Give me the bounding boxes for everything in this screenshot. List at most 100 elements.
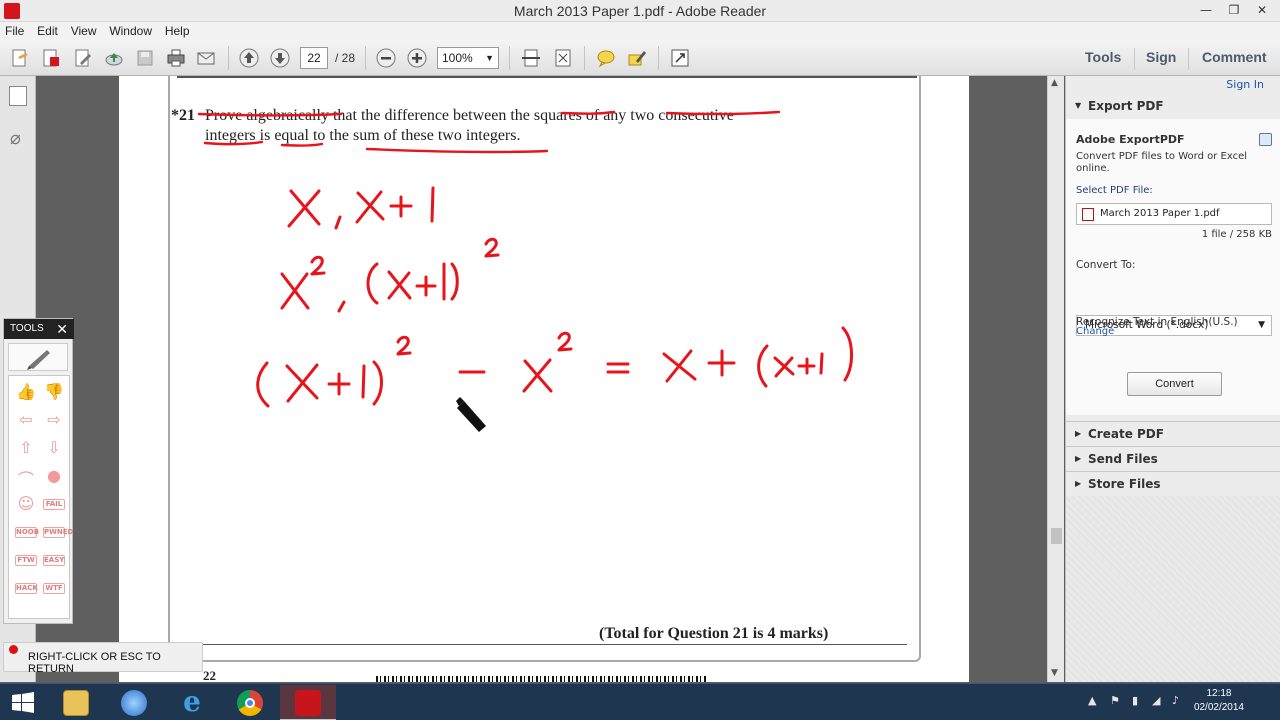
edit-icon[interactable] <box>72 47 94 69</box>
zoom-level-select[interactable]: 100% ▼ <box>437 47 499 69</box>
action-center-flag-icon[interactable]: ⚑ <box>1110 694 1120 707</box>
stamp-hack[interactable]: HACK <box>15 583 38 594</box>
minimize-button[interactable]: — <box>1192 0 1220 20</box>
record-indicator-icon <box>9 645 18 654</box>
tab-comment[interactable]: Comment <box>1202 49 1267 65</box>
next-page-icon[interactable] <box>269 47 291 69</box>
vertical-scrollbar[interactable]: ▲ ▼ <box>1047 76 1064 682</box>
attachments-icon[interactable]: ⌀ <box>10 128 21 149</box>
arrow-right-icon[interactable]: ⇨ <box>43 410 65 429</box>
save-icon[interactable] <box>134 47 156 69</box>
stamp-ftw[interactable]: FTW <box>15 555 37 566</box>
menu-file[interactable]: File <box>0 22 28 40</box>
system-tray: ▲ ⚑ ▮ ◢ ♪ 12:18 02/02/2014 <box>1080 684 1280 720</box>
internet-explorer-taskbar-button[interactable]: e <box>164 685 220 720</box>
expanded-triangle-icon: ▼ <box>1075 101 1082 110</box>
pane-empty-area <box>1066 496 1280 682</box>
menu-window[interactable]: Window <box>104 22 156 40</box>
print-icon[interactable] <box>165 47 187 69</box>
restore-button[interactable]: ❐ <box>1220 0 1248 20</box>
arrow-down-icon[interactable]: ⇩ <box>43 438 65 457</box>
arrow-up-icon[interactable]: ⇧ <box>15 438 37 457</box>
file-explorer-taskbar-button[interactable] <box>48 685 104 720</box>
sign-in-link[interactable]: Sign In <box>1226 78 1264 91</box>
store-files-header[interactable]: ▶ Store Files <box>1066 471 1280 496</box>
bomb-icon[interactable]: ● <box>43 466 65 485</box>
tab-tools[interactable]: Tools <box>1085 49 1121 65</box>
chrome-taskbar-button[interactable] <box>222 685 278 720</box>
underline-squares <box>560 110 616 115</box>
email-icon[interactable] <box>195 47 217 69</box>
smiley-icon[interactable]: ☺ <box>15 494 37 513</box>
stamp-pwned[interactable]: PWNED <box>43 527 73 538</box>
thumbs-down-icon[interactable]: 👎 <box>43 382 65 401</box>
clock[interactable]: 12:18 02/02/2014 <box>1194 687 1244 715</box>
scroll-up-arrow-icon[interactable]: ▲ <box>1051 78 1058 88</box>
menu-view[interactable]: View <box>66 22 101 40</box>
selected-file-name: March 2013 Paper 1.pdf <box>1100 208 1220 219</box>
folder-icon <box>63 690 89 716</box>
show-hidden-icons-icon[interactable]: ▲ <box>1088 694 1096 707</box>
battery-icon[interactable]: ▮ <box>1132 694 1138 707</box>
upload-cloud-icon[interactable] <box>103 47 125 69</box>
stamp-easy[interactable]: EASY <box>43 555 65 566</box>
network-icon[interactable]: ◢ <box>1152 694 1160 707</box>
select-file-label: Select PDF File: <box>1076 185 1153 196</box>
scrollbar-thumb[interactable] <box>1051 528 1062 544</box>
fit-width-icon[interactable] <box>520 47 542 69</box>
export-pdf-header[interactable]: ▼ Export PDF <box>1066 94 1280 119</box>
previous-page-icon[interactable] <box>238 47 260 69</box>
close-icon[interactable]: ✕ <box>56 319 68 339</box>
change-language-link[interactable]: Change <box>1076 326 1114 338</box>
menu-help[interactable]: Help <box>160 22 194 40</box>
annotation-tools-palette: TOOLS ✕ 👍 👎 ⇦ ⇨ ⇧ ⇩ ⌒ ● ☺ FAIL NOOB PWNED… <box>3 318 74 624</box>
stamp-wtf[interactable]: WTF <box>43 583 65 594</box>
arrow-left-icon[interactable]: ⇦ <box>15 410 37 429</box>
create-pdf-icon[interactable] <box>9 47 31 69</box>
stamp-grid: 👍 👎 ⇦ ⇨ ⇧ ⇩ ⌒ ● ☺ FAIL NOOB PWNED FTW EA… <box>8 375 73 619</box>
zoom-in-icon[interactable] <box>406 47 428 69</box>
exportpdf-description-2: online. <box>1076 163 1110 174</box>
handwritten-math <box>256 186 853 408</box>
chevron-down-icon: ▼ <box>1258 320 1265 330</box>
convert-button[interactable]: Convert <box>1127 372 1222 396</box>
stamp-noob[interactable]: NOOB <box>15 527 39 538</box>
fit-page-icon[interactable] <box>552 47 574 69</box>
create-pdf-header[interactable]: ▶ Create PDF <box>1066 421 1280 446</box>
close-window-button[interactable]: ✕ <box>1248 0 1276 20</box>
tools-palette-title: TOOLS <box>10 323 44 334</box>
internet-explorer-icon: e <box>183 685 201 718</box>
document-viewer[interactable]: *21 Prove algebraically that the differe… <box>36 76 1047 682</box>
adobe-reader-taskbar-button[interactable] <box>280 685 336 720</box>
underline-algebraically <box>197 112 343 117</box>
comment-bubble-icon[interactable] <box>595 47 617 69</box>
collapsed-triangle-icon: ▶ <box>1075 429 1082 438</box>
selected-file-field[interactable]: March 2013 Paper 1.pdf <box>1076 203 1272 225</box>
zoom-out-icon[interactable] <box>375 47 397 69</box>
pen-tool-button[interactable] <box>8 343 68 371</box>
open-file-icon[interactable] <box>40 47 62 69</box>
tab-separator <box>1134 48 1135 70</box>
highlight-pen-icon[interactable] <box>626 47 648 69</box>
exportpdf-title: Adobe ExportPDF <box>1076 133 1185 146</box>
clock-date: 02/02/2014 <box>1193 702 1244 713</box>
stamp-fail[interactable]: FAIL <box>43 499 65 510</box>
thumbs-up-icon[interactable]: 👍 <box>15 382 37 401</box>
chevron-down-icon: ▼ <box>485 53 494 63</box>
page-number-input[interactable]: 22 <box>300 47 328 69</box>
collapsed-triangle-icon: ▶ <box>1075 479 1082 488</box>
rainbow-icon[interactable]: ⌒ <box>15 466 37 490</box>
menu-bar: File Edit View Window Help <box>0 22 1280 40</box>
menu-edit[interactable]: Edit <box>32 22 62 40</box>
page-thumbnails-icon[interactable] <box>9 86 27 106</box>
expand-icon[interactable] <box>669 47 691 69</box>
itunes-taskbar-button[interactable] <box>106 685 162 720</box>
tab-sign[interactable]: Sign <box>1146 49 1176 65</box>
toolbar-separator <box>365 46 366 70</box>
volume-icon[interactable]: ♪ <box>1172 694 1179 707</box>
windows-taskbar: e ▲ ⚑ ▮ ◢ ♪ 12:18 02/02/2014 <box>0 683 1280 720</box>
scroll-down-arrow-icon[interactable]: ▼ <box>1051 668 1058 678</box>
windows-start-icon[interactable] <box>11 692 35 714</box>
exportpdf-service-icon[interactable] <box>1259 133 1272 146</box>
send-files-header[interactable]: ▶ Send Files <box>1066 446 1280 471</box>
